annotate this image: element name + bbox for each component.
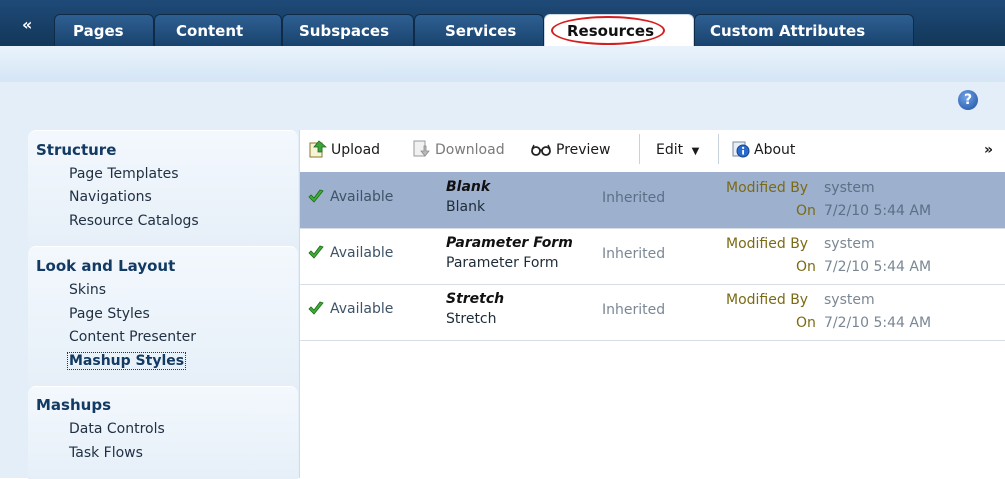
tab-custom-attributes[interactable]: Custom Attributes <box>694 14 914 46</box>
nav-section-title: Mashups <box>36 396 111 414</box>
status-label: Available <box>330 245 394 261</box>
resource-list-panel: Upload Download Preview Edit ▼ About » A… <box>299 130 1005 478</box>
resource-description: Stretch <box>446 311 497 327</box>
inherited-label: Inherited <box>602 190 666 206</box>
about-label: About <box>754 142 796 158</box>
about-button[interactable]: About <box>732 139 795 161</box>
nav-section-structure: Structure Page Templates Navigations Res… <box>28 130 298 247</box>
tab-content-label: Content <box>176 22 244 40</box>
modified-by-value: system <box>824 292 875 308</box>
download-icon <box>413 140 430 157</box>
edit-menu-button[interactable]: Edit ▼ <box>656 139 699 161</box>
info-icon <box>732 141 750 158</box>
nav-item-mashup-styles[interactable]: Mashup Styles <box>66 352 187 370</box>
glasses-icon <box>531 144 551 156</box>
status-cell: Available <box>308 245 393 261</box>
resource-title[interactable]: Blank <box>446 179 490 195</box>
highlight-ring <box>551 16 665 45</box>
nav-item-content-presenter[interactable]: Content Presenter <box>69 329 196 345</box>
modified-on-label: On <box>796 203 816 219</box>
help-icon[interactable]: ? <box>958 90 978 110</box>
modified-on-value: 7/2/10 5:44 AM <box>824 259 932 275</box>
upload-button[interactable]: Upload <box>309 139 380 161</box>
inherited-label: Inherited <box>602 246 666 262</box>
modified-by-value: system <box>824 236 875 252</box>
toolbar-separator <box>718 134 719 164</box>
nav-section-look-and-layout: Look and Layout Skins Page Styles Conten… <box>28 246 298 387</box>
modified-by-label: Modified By <box>726 180 809 196</box>
preview-button[interactable]: Preview <box>530 139 611 161</box>
tab-subspaces-label: Subspaces <box>299 22 389 40</box>
modified-by-label: Modified By <box>726 236 809 252</box>
nav-item-skins[interactable]: Skins <box>69 282 106 298</box>
tab-subspaces[interactable]: Subspaces <box>282 14 414 46</box>
chevron-down-icon: ▼ <box>691 146 700 157</box>
toolbar: Upload Download Preview Edit ▼ About » <box>300 130 1005 172</box>
download-button[interactable]: Download <box>413 139 505 161</box>
modified-by-value: system <box>824 180 875 196</box>
toolbar-separator <box>639 134 640 164</box>
tab-pages[interactable]: Pages <box>54 14 154 46</box>
nav-section-title: Look and Layout <box>36 257 176 275</box>
tab-content[interactable]: Content <box>154 14 282 46</box>
nav-item-task-flows[interactable]: Task Flows <box>69 445 143 461</box>
table-row[interactable]: Available Stretch Stretch Inherited Modi… <box>300 284 1005 341</box>
status-cell: Available <box>308 189 393 205</box>
modified-on-label: On <box>796 315 816 331</box>
preview-label: Preview <box>556 142 611 158</box>
overflow-icon[interactable]: » <box>984 139 993 161</box>
resource-description: Parameter Form <box>446 255 559 271</box>
edit-label: Edit <box>656 142 684 158</box>
status-cell: Available <box>308 301 393 317</box>
header-band <box>0 46 1005 83</box>
upload-label: Upload <box>331 142 381 158</box>
check-icon <box>308 301 324 315</box>
resource-description: Blank <box>446 199 486 215</box>
download-label: Download <box>435 142 505 158</box>
nav-section-title: Structure <box>36 141 117 159</box>
table-row[interactable]: Available Parameter Form Parameter Form … <box>300 228 1005 285</box>
tab-services-label: Services <box>445 22 517 40</box>
check-icon <box>308 189 324 203</box>
tab-services[interactable]: Services <box>414 14 544 46</box>
tab-custom-attributes-label: Custom Attributes <box>710 22 866 40</box>
check-icon <box>308 245 324 259</box>
tab-bar: « Pages Content Subspaces Services Resou… <box>0 0 1005 46</box>
modified-on-value: 7/2/10 5:44 AM <box>824 203 932 219</box>
nav-item-navigations[interactable]: Navigations <box>69 189 152 205</box>
inherited-label: Inherited <box>602 302 666 318</box>
modified-on-label: On <box>796 259 816 275</box>
table-row[interactable]: Available Blank Blank Inherited Modified… <box>300 172 1005 229</box>
status-label: Available <box>330 301 394 317</box>
tab-pages-label: Pages <box>73 22 124 40</box>
nav-item-page-templates[interactable]: Page Templates <box>69 166 179 182</box>
nav-item-resource-catalogs[interactable]: Resource Catalogs <box>69 213 199 229</box>
nav-item-data-controls[interactable]: Data Controls <box>69 421 165 437</box>
nav-item-page-styles[interactable]: Page Styles <box>69 306 150 322</box>
resource-title[interactable]: Stretch <box>446 291 504 307</box>
modified-by-label: Modified By <box>726 292 809 308</box>
status-label: Available <box>330 189 394 205</box>
upload-icon <box>309 140 327 158</box>
modified-on-value: 7/2/10 5:44 AM <box>824 315 932 331</box>
resource-title[interactable]: Parameter Form <box>446 235 573 251</box>
nav-section-mashups: Mashups Data Controls Task Flows <box>28 386 298 479</box>
scroll-tabs-back-icon[interactable]: « <box>22 17 38 33</box>
